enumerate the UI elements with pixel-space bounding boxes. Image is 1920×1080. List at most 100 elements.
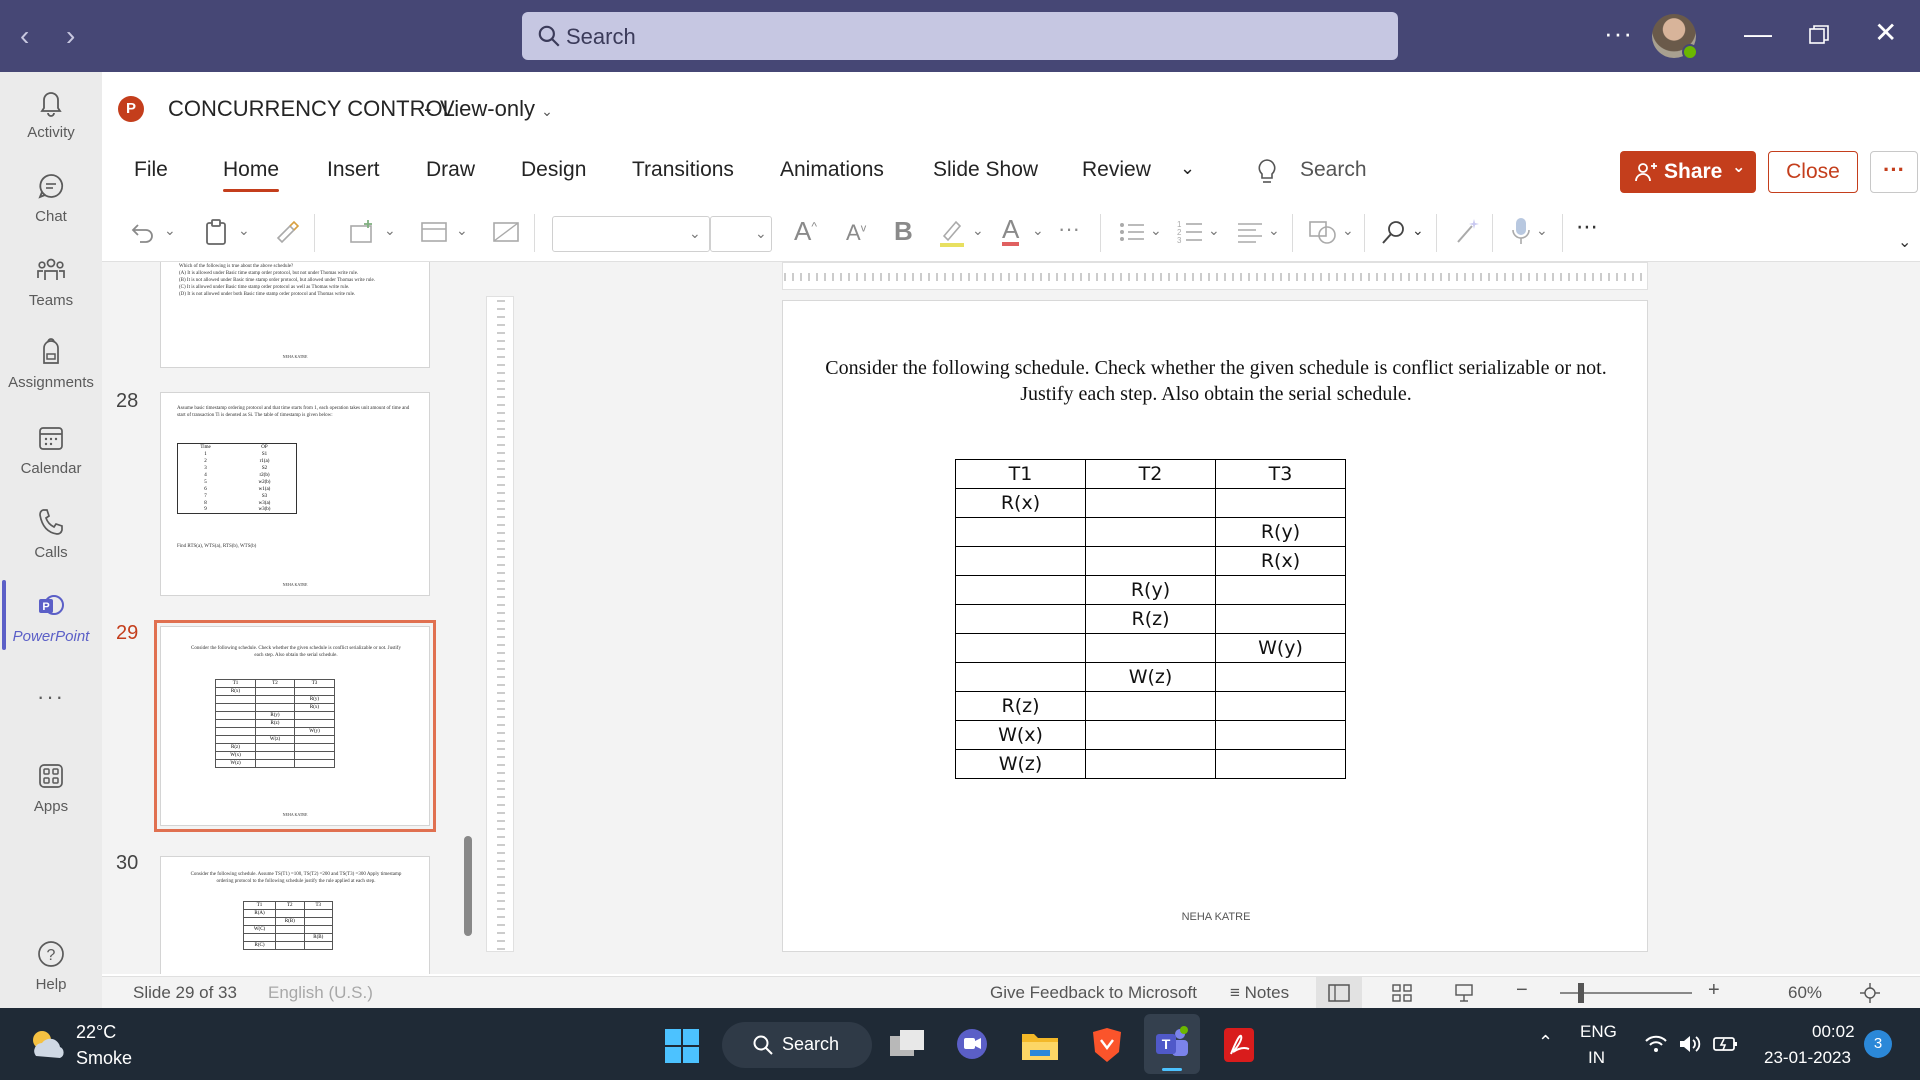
more-commands-icon[interactable]: ⋯: [1576, 214, 1598, 240]
chevron-down-icon[interactable]: ⌄: [1412, 222, 1424, 239]
chevron-down-icon[interactable]: ⌄: [1208, 222, 1220, 239]
chevron-down-icon[interactable]: ⌄: [238, 222, 250, 239]
share-button[interactable]: Share ⌄: [1620, 151, 1756, 193]
brave-browser-icon[interactable]: [1090, 1026, 1124, 1064]
editor-scrollbar[interactable]: [464, 836, 472, 894]
tab-slide-show[interactable]: Slide Show: [933, 158, 1038, 182]
tab-draw[interactable]: Draw: [426, 158, 475, 182]
wifi-icon[interactable]: [1644, 1034, 1668, 1054]
rail-item-calendar[interactable]: Calendar: [0, 422, 102, 477]
chevron-down-icon[interactable]: ⌄: [384, 222, 396, 239]
language-indicator-2[interactable]: IN: [1588, 1048, 1605, 1068]
minimize-icon[interactable]: —: [1744, 18, 1772, 50]
weather-cloud-icon[interactable]: [26, 1026, 68, 1062]
notification-badge[interactable]: 3: [1864, 1030, 1892, 1058]
fit-to-window-icon[interactable]: [1860, 983, 1880, 1003]
chevron-down-icon[interactable]: ⌄: [1268, 222, 1280, 239]
slide-thumbnail-27[interactable]: Which of the following is true about the…: [160, 262, 430, 368]
font-color-button[interactable]: A: [1002, 216, 1020, 246]
file-explorer-icon[interactable]: [1020, 1028, 1060, 1062]
avatar[interactable]: [1652, 14, 1698, 60]
zoom-slider[interactable]: [1560, 983, 1692, 1003]
numbering-icon[interactable]: 123: [1176, 218, 1204, 246]
volume-icon[interactable]: [1678, 1034, 1702, 1054]
tab-transitions[interactable]: Transitions: [632, 158, 734, 182]
slide-thumbnail-28[interactable]: Assume basic timestamp ordering protocol…: [160, 392, 430, 596]
highlight-icon[interactable]: [938, 216, 966, 248]
ribbon-search[interactable]: Search: [1300, 158, 1367, 182]
view-mode-dropdown[interactable]: View-only ⌄: [440, 96, 553, 122]
find-icon[interactable]: [1380, 218, 1408, 246]
tab-home[interactable]: Home: [223, 158, 280, 192]
more-font-options-icon[interactable]: ···: [1058, 216, 1080, 242]
back-arrow-icon[interactable]: ‹: [20, 20, 29, 52]
close-button[interactable]: Close: [1768, 151, 1858, 193]
normal-view-button[interactable]: [1316, 977, 1362, 1009]
slideshow-view-icon[interactable]: [1454, 983, 1474, 1003]
undo-icon[interactable]: [130, 220, 156, 244]
designer-icon[interactable]: [1454, 216, 1480, 246]
layout-icon[interactable]: [420, 220, 448, 244]
chevron-down-icon[interactable]: ⌄: [972, 222, 984, 239]
tab-review[interactable]: Review: [1082, 158, 1151, 182]
search-input[interactable]: Search: [522, 12, 1398, 60]
shapes-icon[interactable]: [1308, 218, 1338, 246]
grow-font-button[interactable]: A^: [794, 216, 817, 247]
slide-sorter-icon[interactable]: [1392, 984, 1412, 1002]
rail-item-assignments[interactable]: Assignments: [0, 336, 102, 391]
tab-insert[interactable]: Insert: [327, 158, 380, 182]
tab-animations[interactable]: Animations: [780, 158, 884, 182]
chevron-down-icon[interactable]: ⌄: [1150, 222, 1162, 239]
feedback-link[interactable]: Give Feedback to Microsoft: [990, 983, 1197, 1003]
slide-thumbnail-29[interactable]: Consider the following schedule. Check w…: [154, 620, 436, 832]
paste-icon[interactable]: [204, 218, 228, 246]
rail-item-calls[interactable]: Calls: [0, 506, 102, 561]
rail-item-help[interactable]: ? Help: [0, 938, 102, 993]
chevron-down-icon[interactable]: ⌄: [456, 222, 468, 239]
chevron-down-icon[interactable]: ⌄: [164, 222, 176, 239]
rail-item-activity[interactable]: Activity: [0, 86, 102, 141]
language-indicator-1[interactable]: ENG: [1580, 1022, 1617, 1042]
taskbar-search[interactable]: Search: [722, 1022, 872, 1068]
new-slide-icon[interactable]: [348, 218, 378, 246]
shrink-font-button[interactable]: Av: [846, 220, 866, 246]
chevron-down-icon[interactable]: ⌄: [1536, 222, 1548, 239]
more-options-button[interactable]: ···: [1870, 151, 1918, 193]
windows-start-icon[interactable]: [664, 1028, 700, 1064]
rail-item-powerpoint[interactable]: P PowerPoint: [0, 580, 102, 650]
task-view-icon[interactable]: [888, 1028, 926, 1062]
chevron-down-icon[interactable]: ⌄: [1342, 222, 1354, 239]
align-icon[interactable]: [1236, 220, 1264, 244]
zoom-level[interactable]: 60%: [1788, 983, 1822, 1003]
rail-item-teams[interactable]: Teams: [0, 254, 102, 309]
battery-icon[interactable]: [1712, 1032, 1740, 1056]
rail-item-more[interactable]: ···: [0, 684, 102, 710]
font-family-dropdown[interactable]: ⌄: [552, 216, 710, 252]
rail-item-apps[interactable]: Apps: [0, 760, 102, 815]
close-window-icon[interactable]: ✕: [1874, 16, 1897, 49]
notes-button[interactable]: ≡ Notes: [1230, 983, 1289, 1003]
tab-file[interactable]: File: [134, 158, 168, 182]
teams-taskbar-active[interactable]: T: [1144, 1014, 1200, 1074]
dictate-microphone-icon[interactable]: [1510, 216, 1532, 246]
rail-item-chat[interactable]: Chat: [0, 170, 102, 225]
teams-chat-icon[interactable]: [954, 1028, 990, 1062]
clock-time[interactable]: 00:02: [1812, 1022, 1855, 1042]
forward-arrow-icon[interactable]: ›: [66, 20, 75, 52]
bullets-icon[interactable]: [1118, 220, 1146, 244]
slide-thumbnail-30[interactable]: Consider the following schedule. Assume …: [160, 856, 430, 974]
format-painter-icon[interactable]: [274, 218, 302, 246]
show-hidden-icons-chevron-icon[interactable]: ⌃: [1538, 1032, 1553, 1053]
restore-icon[interactable]: [1808, 24, 1830, 46]
tab-design[interactable]: Design: [521, 158, 586, 182]
zoom-in-button[interactable]: +: [1708, 979, 1720, 1002]
more-tabs-chevron-icon[interactable]: ⌄: [1180, 158, 1195, 179]
slide-background-icon[interactable]: [492, 220, 520, 244]
clock-date[interactable]: 23-01-2023: [1764, 1048, 1851, 1068]
collapse-ribbon-chevron-icon[interactable]: ⌄: [1898, 232, 1911, 252]
acrobat-reader-icon[interactable]: [1222, 1026, 1256, 1064]
zoom-slider-thumb[interactable]: [1578, 983, 1584, 1003]
chevron-down-icon[interactable]: ⌄: [1032, 222, 1044, 239]
current-slide[interactable]: Consider the following schedule. Check w…: [782, 300, 1648, 952]
more-options-icon[interactable]: ···: [1604, 18, 1633, 49]
